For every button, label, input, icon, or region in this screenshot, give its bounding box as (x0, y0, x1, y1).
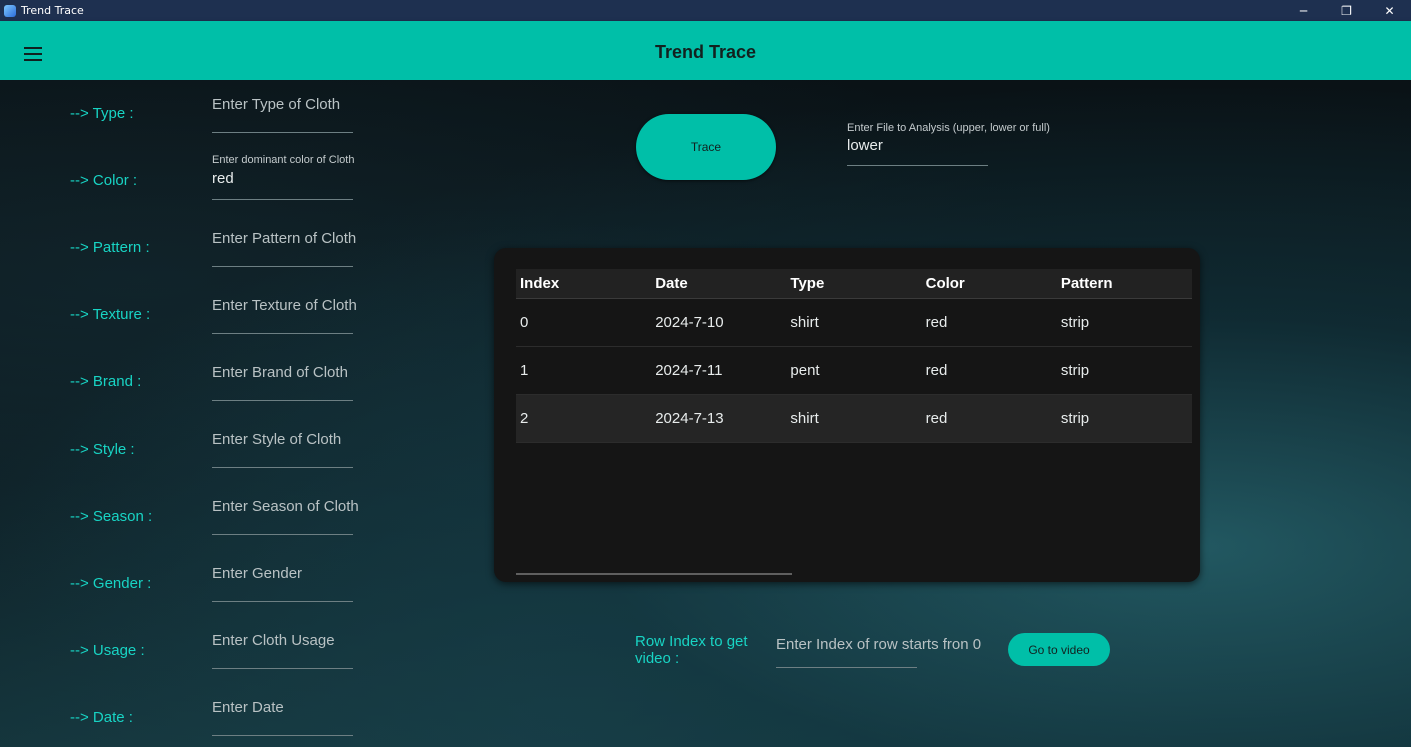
table-row[interactable]: 1 2024-7-11 pent red strip (516, 347, 1192, 395)
gender-label: --> Gender : (70, 575, 152, 592)
column-header-index[interactable]: Index (516, 275, 651, 292)
close-icon[interactable]: ✕ (1368, 0, 1411, 21)
table-row[interactable]: 0 2024-7-10 shirt red strip (516, 299, 1192, 347)
column-header-date[interactable]: Date (651, 275, 786, 292)
go-to-video-button[interactable]: Go to video (1008, 633, 1110, 666)
season-field[interactable]: Enter Season of Cloth (212, 489, 359, 535)
row-index-field[interactable]: Enter Index of row starts fron 0 (776, 628, 981, 668)
usage-placeholder: Enter Cloth Usage (212, 632, 335, 649)
minimize-icon[interactable]: ─ (1282, 0, 1325, 21)
texture-placeholder: Enter Texture of Cloth (212, 297, 357, 314)
style-label: --> Style : (70, 441, 135, 458)
row-index-label: Row Index to get video : (635, 633, 748, 667)
brand-label: --> Brand : (70, 373, 142, 390)
usage-label: --> Usage : (70, 642, 145, 659)
color-label: --> Color : (70, 172, 138, 189)
app-icon (4, 4, 16, 17)
type-field[interactable]: Enter Type of Cloth (212, 87, 353, 133)
gender-field[interactable]: Enter Gender (212, 556, 353, 602)
season-placeholder: Enter Season of Cloth (212, 498, 359, 515)
file-analysis-value: lower (847, 137, 883, 154)
type-placeholder: Enter Type of Cloth (212, 96, 341, 113)
restore-icon[interactable]: ❐ (1325, 0, 1368, 21)
style-field[interactable]: Enter Style of Cloth (212, 422, 353, 468)
file-analysis-field[interactable]: Enter File to Analysis (upper, lower or … (847, 122, 1050, 166)
texture-label: --> Texture : (70, 306, 151, 323)
pattern-field[interactable]: Enter Pattern of Cloth (212, 221, 357, 267)
table-cell: red (925, 314, 948, 331)
date-field[interactable]: Enter Date (212, 690, 353, 736)
window-titlebar: Trend Trace ─ ❐ ✕ (0, 0, 1411, 21)
table-cell: strip (1060, 410, 1090, 427)
table-cell: 2024-7-10 (655, 314, 724, 331)
trace-button[interactable]: Trace (636, 114, 776, 180)
pattern-placeholder: Enter Pattern of Cloth (212, 230, 357, 247)
date-label: --> Date : (70, 709, 133, 726)
season-label: --> Season : (70, 508, 153, 525)
table-cell: 0 (520, 314, 529, 331)
table-cell: shirt (790, 410, 819, 427)
table-cell: strip (1060, 314, 1090, 331)
color-field[interactable]: Enter dominant color of Cloth red (212, 154, 355, 200)
window-controls: ─ ❐ ✕ (1282, 0, 1411, 21)
texture-field[interactable]: Enter Texture of Cloth (212, 288, 357, 334)
column-header-pattern[interactable]: Pattern (1057, 275, 1192, 292)
table-cell: red (925, 410, 948, 427)
row-index-placeholder: Enter Index of row starts fron 0 (776, 636, 982, 653)
table-cell: strip (1060, 362, 1090, 379)
app-title: Trend Trace (654, 42, 757, 62)
window-title: Trend Trace (21, 4, 84, 17)
table-row[interactable]: 2 2024-7-13 shirt red strip (516, 395, 1192, 443)
table-cell: 2024-7-11 (655, 362, 723, 379)
gender-placeholder: Enter Gender (212, 565, 303, 582)
table-cell: 2024-7-13 (655, 410, 724, 427)
brand-field[interactable]: Enter Brand of Cloth (212, 355, 353, 401)
file-analysis-hint: Enter File to Analysis (upper, lower or … (847, 122, 1050, 134)
results-table-card: Index Date Type Color Pattern 0 2024-7-1… (494, 248, 1200, 582)
color-hint: Enter dominant color of Cloth (212, 154, 355, 166)
date-placeholder: Enter Date (212, 699, 284, 716)
table-cell: pent (790, 362, 820, 379)
usage-field[interactable]: Enter Cloth Usage (212, 623, 353, 669)
color-value: red (212, 170, 234, 187)
table-horizontal-scrollbar[interactable] (516, 573, 792, 575)
column-header-color[interactable]: Color (922, 275, 1057, 292)
style-placeholder: Enter Style of Cloth (212, 431, 342, 448)
table-header-row: Index Date Type Color Pattern (516, 269, 1192, 299)
results-table: Index Date Type Color Pattern 0 2024-7-1… (516, 269, 1192, 443)
column-header-type[interactable]: Type (786, 275, 921, 292)
type-label: --> Type : (70, 105, 134, 122)
pattern-label: --> Pattern : (70, 239, 150, 256)
table-cell: 2 (520, 410, 529, 427)
table-cell: red (925, 362, 948, 379)
brand-placeholder: Enter Brand of Cloth (212, 364, 348, 381)
table-cell: 1 (520, 362, 529, 379)
table-cell: shirt (790, 314, 819, 331)
app-bar: Trend Trace (0, 21, 1411, 80)
